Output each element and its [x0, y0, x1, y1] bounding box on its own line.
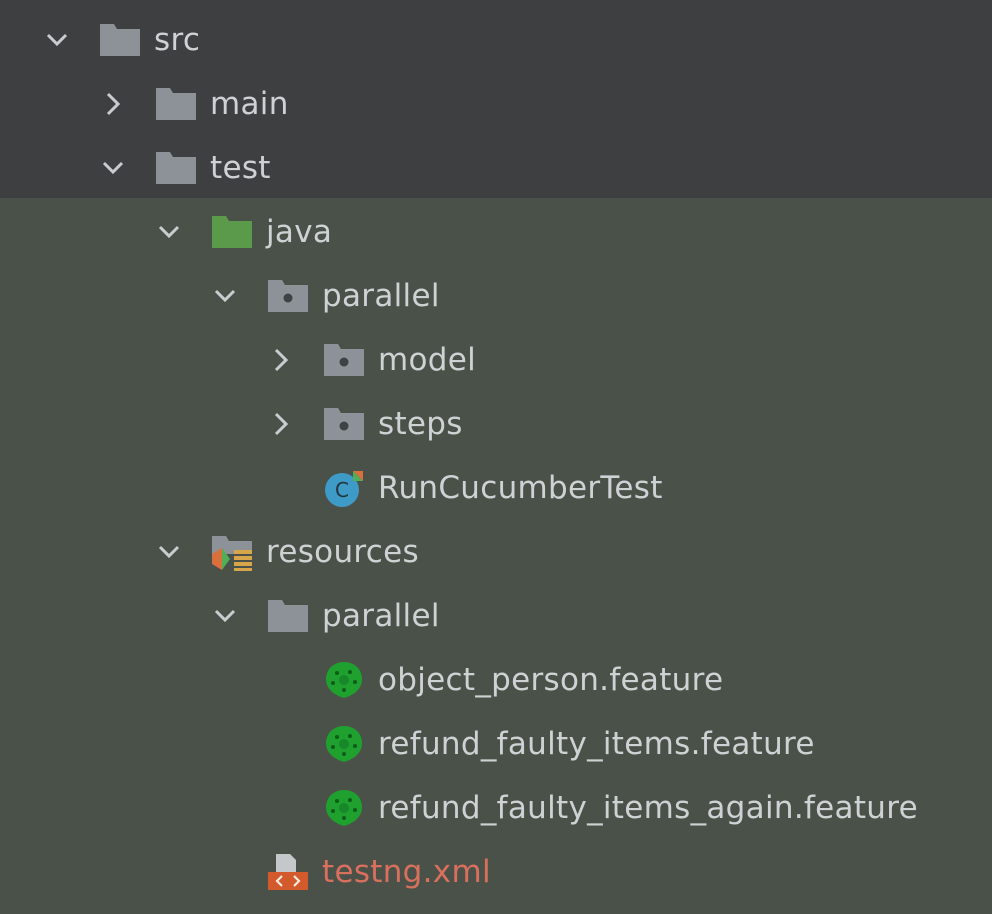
xml-file-icon: [266, 852, 310, 892]
chevron-right-icon[interactable]: [98, 89, 128, 119]
tree-node-refund-faulty-items-feature[interactable]: refund_faulty_items.feature: [0, 712, 992, 776]
folder-icon: [154, 84, 198, 124]
package-icon: [322, 404, 366, 444]
tree-node-label: parallel: [322, 278, 440, 314]
tree-node-label: refund_faulty_items_again.feature: [378, 790, 918, 826]
java-class-icon: C: [322, 468, 366, 508]
tree-node-label: RunCucumberTest: [378, 470, 663, 506]
test-resources-folder-icon: [210, 532, 254, 572]
tree-node-testng-xml[interactable]: testng.xml: [0, 840, 992, 904]
cucumber-icon: [322, 724, 366, 764]
tree-node-label: src: [154, 22, 201, 58]
tree-node-label: test: [210, 150, 271, 186]
tree-node-parallel-folder[interactable]: parallel: [0, 584, 992, 648]
chevron-down-icon[interactable]: [154, 217, 184, 247]
tree-node-steps[interactable]: steps: [0, 392, 992, 456]
test-sources-folder-icon: [210, 212, 254, 252]
folder-icon: [154, 148, 198, 188]
tree-node-refund-faulty-items-again-feature[interactable]: refund_faulty_items_again.feature: [0, 776, 992, 840]
tree-node-object-person-feature[interactable]: object_person.feature: [0, 648, 992, 712]
package-icon: [322, 340, 366, 380]
tree-node-label: steps: [378, 406, 463, 442]
tree-node-test[interactable]: test: [0, 136, 992, 200]
chevron-down-icon[interactable]: [42, 25, 72, 55]
cucumber-icon: [322, 660, 366, 700]
chevron-down-icon[interactable]: [210, 601, 240, 631]
folder-icon: [98, 20, 142, 60]
project-tree: src main test java parallel model steps …: [0, 0, 992, 914]
package-icon: [266, 276, 310, 316]
tree-node-label: object_person.feature: [378, 662, 724, 698]
chevron-right-icon[interactable]: [266, 409, 296, 439]
tree-node-resources[interactable]: resources: [0, 520, 992, 584]
tree-node-main[interactable]: main: [0, 72, 992, 136]
chevron-down-icon[interactable]: [98, 153, 128, 183]
tree-node-runcucumbertest[interactable]: C RunCucumberTest: [0, 456, 992, 520]
tree-node-label: resources: [266, 534, 419, 570]
tree-node-label: main: [210, 86, 289, 122]
tree-node-label: parallel: [322, 598, 440, 634]
tree-node-label: model: [378, 342, 477, 378]
svg-text:C: C: [335, 478, 349, 502]
chevron-down-icon[interactable]: [210, 281, 240, 311]
tree-node-java[interactable]: java: [0, 200, 992, 264]
chevron-right-icon[interactable]: [266, 345, 296, 375]
chevron-down-icon[interactable]: [154, 537, 184, 567]
tree-node-label: testng.xml: [322, 854, 491, 890]
cucumber-icon: [322, 788, 366, 828]
tree-node-label: refund_faulty_items.feature: [378, 726, 815, 762]
tree-node-src[interactable]: src: [0, 8, 992, 72]
tree-node-parallel-package[interactable]: parallel: [0, 264, 992, 328]
tree-node-label: java: [266, 214, 333, 250]
tree-node-model[interactable]: model: [0, 328, 992, 392]
folder-icon: [266, 596, 310, 636]
